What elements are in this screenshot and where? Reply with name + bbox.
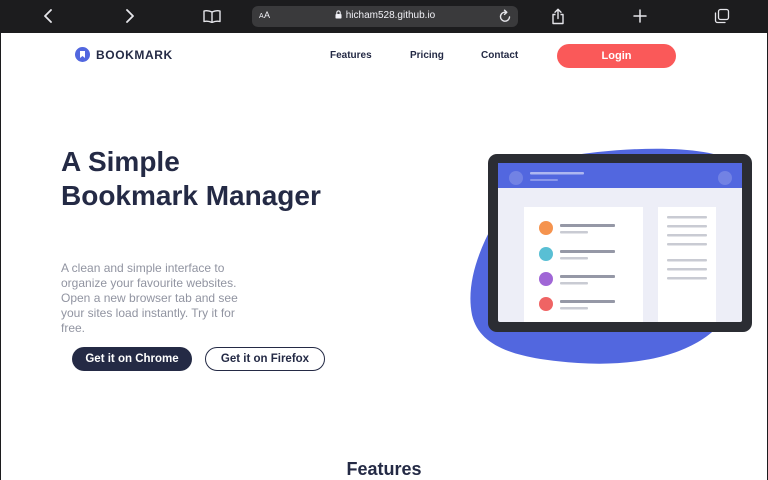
url-text: hicham528.github.io <box>345 10 436 21</box>
hero-illustration <box>470 148 752 364</box>
brand-logo[interactable]: BOOKMARK <box>75 47 173 62</box>
forward-button[interactable] <box>116 4 144 28</box>
nav-contact-link[interactable]: Contact <box>481 50 518 61</box>
bookmark-logo-icon <box>75 47 90 62</box>
hero-title: A Simple Bookmark Manager <box>61 146 321 211</box>
address-bar[interactable]: AA hicham528.github.io <box>252 6 518 27</box>
tabs-overview-button[interactable] <box>708 4 736 28</box>
reload-icon <box>499 9 511 22</box>
features-section-heading: Features <box>346 459 422 479</box>
bookmarks-button[interactable] <box>198 4 226 28</box>
plus-icon <box>633 9 647 23</box>
book-icon <box>203 10 221 23</box>
back-button[interactable] <box>34 4 62 28</box>
login-button[interactable]: Login <box>557 44 676 68</box>
url-display: hicham528.github.io <box>252 10 518 21</box>
reload-button[interactable] <box>499 9 512 28</box>
browser-toolbar: AA hicham528.github.io <box>0 0 768 33</box>
tablet-device <box>488 154 752 332</box>
tabs-icon <box>714 8 730 24</box>
hero-description: A clean and simple interface to organize… <box>61 261 238 335</box>
get-chrome-button[interactable]: Get it on Chrome <box>72 347 192 371</box>
new-tab-button[interactable] <box>626 4 654 28</box>
lock-icon <box>335 10 342 19</box>
share-icon <box>552 8 564 24</box>
share-button[interactable] <box>544 4 572 28</box>
back-icon <box>44 9 52 23</box>
page-left-edge <box>0 33 1 480</box>
get-firefox-button[interactable]: Get it on Firefox <box>205 347 325 371</box>
forward-icon <box>126 9 134 23</box>
brand-name: BOOKMARK <box>96 47 173 62</box>
nav-pricing-link[interactable]: Pricing <box>410 50 444 61</box>
nav-features-link[interactable]: Features <box>330 50 372 61</box>
